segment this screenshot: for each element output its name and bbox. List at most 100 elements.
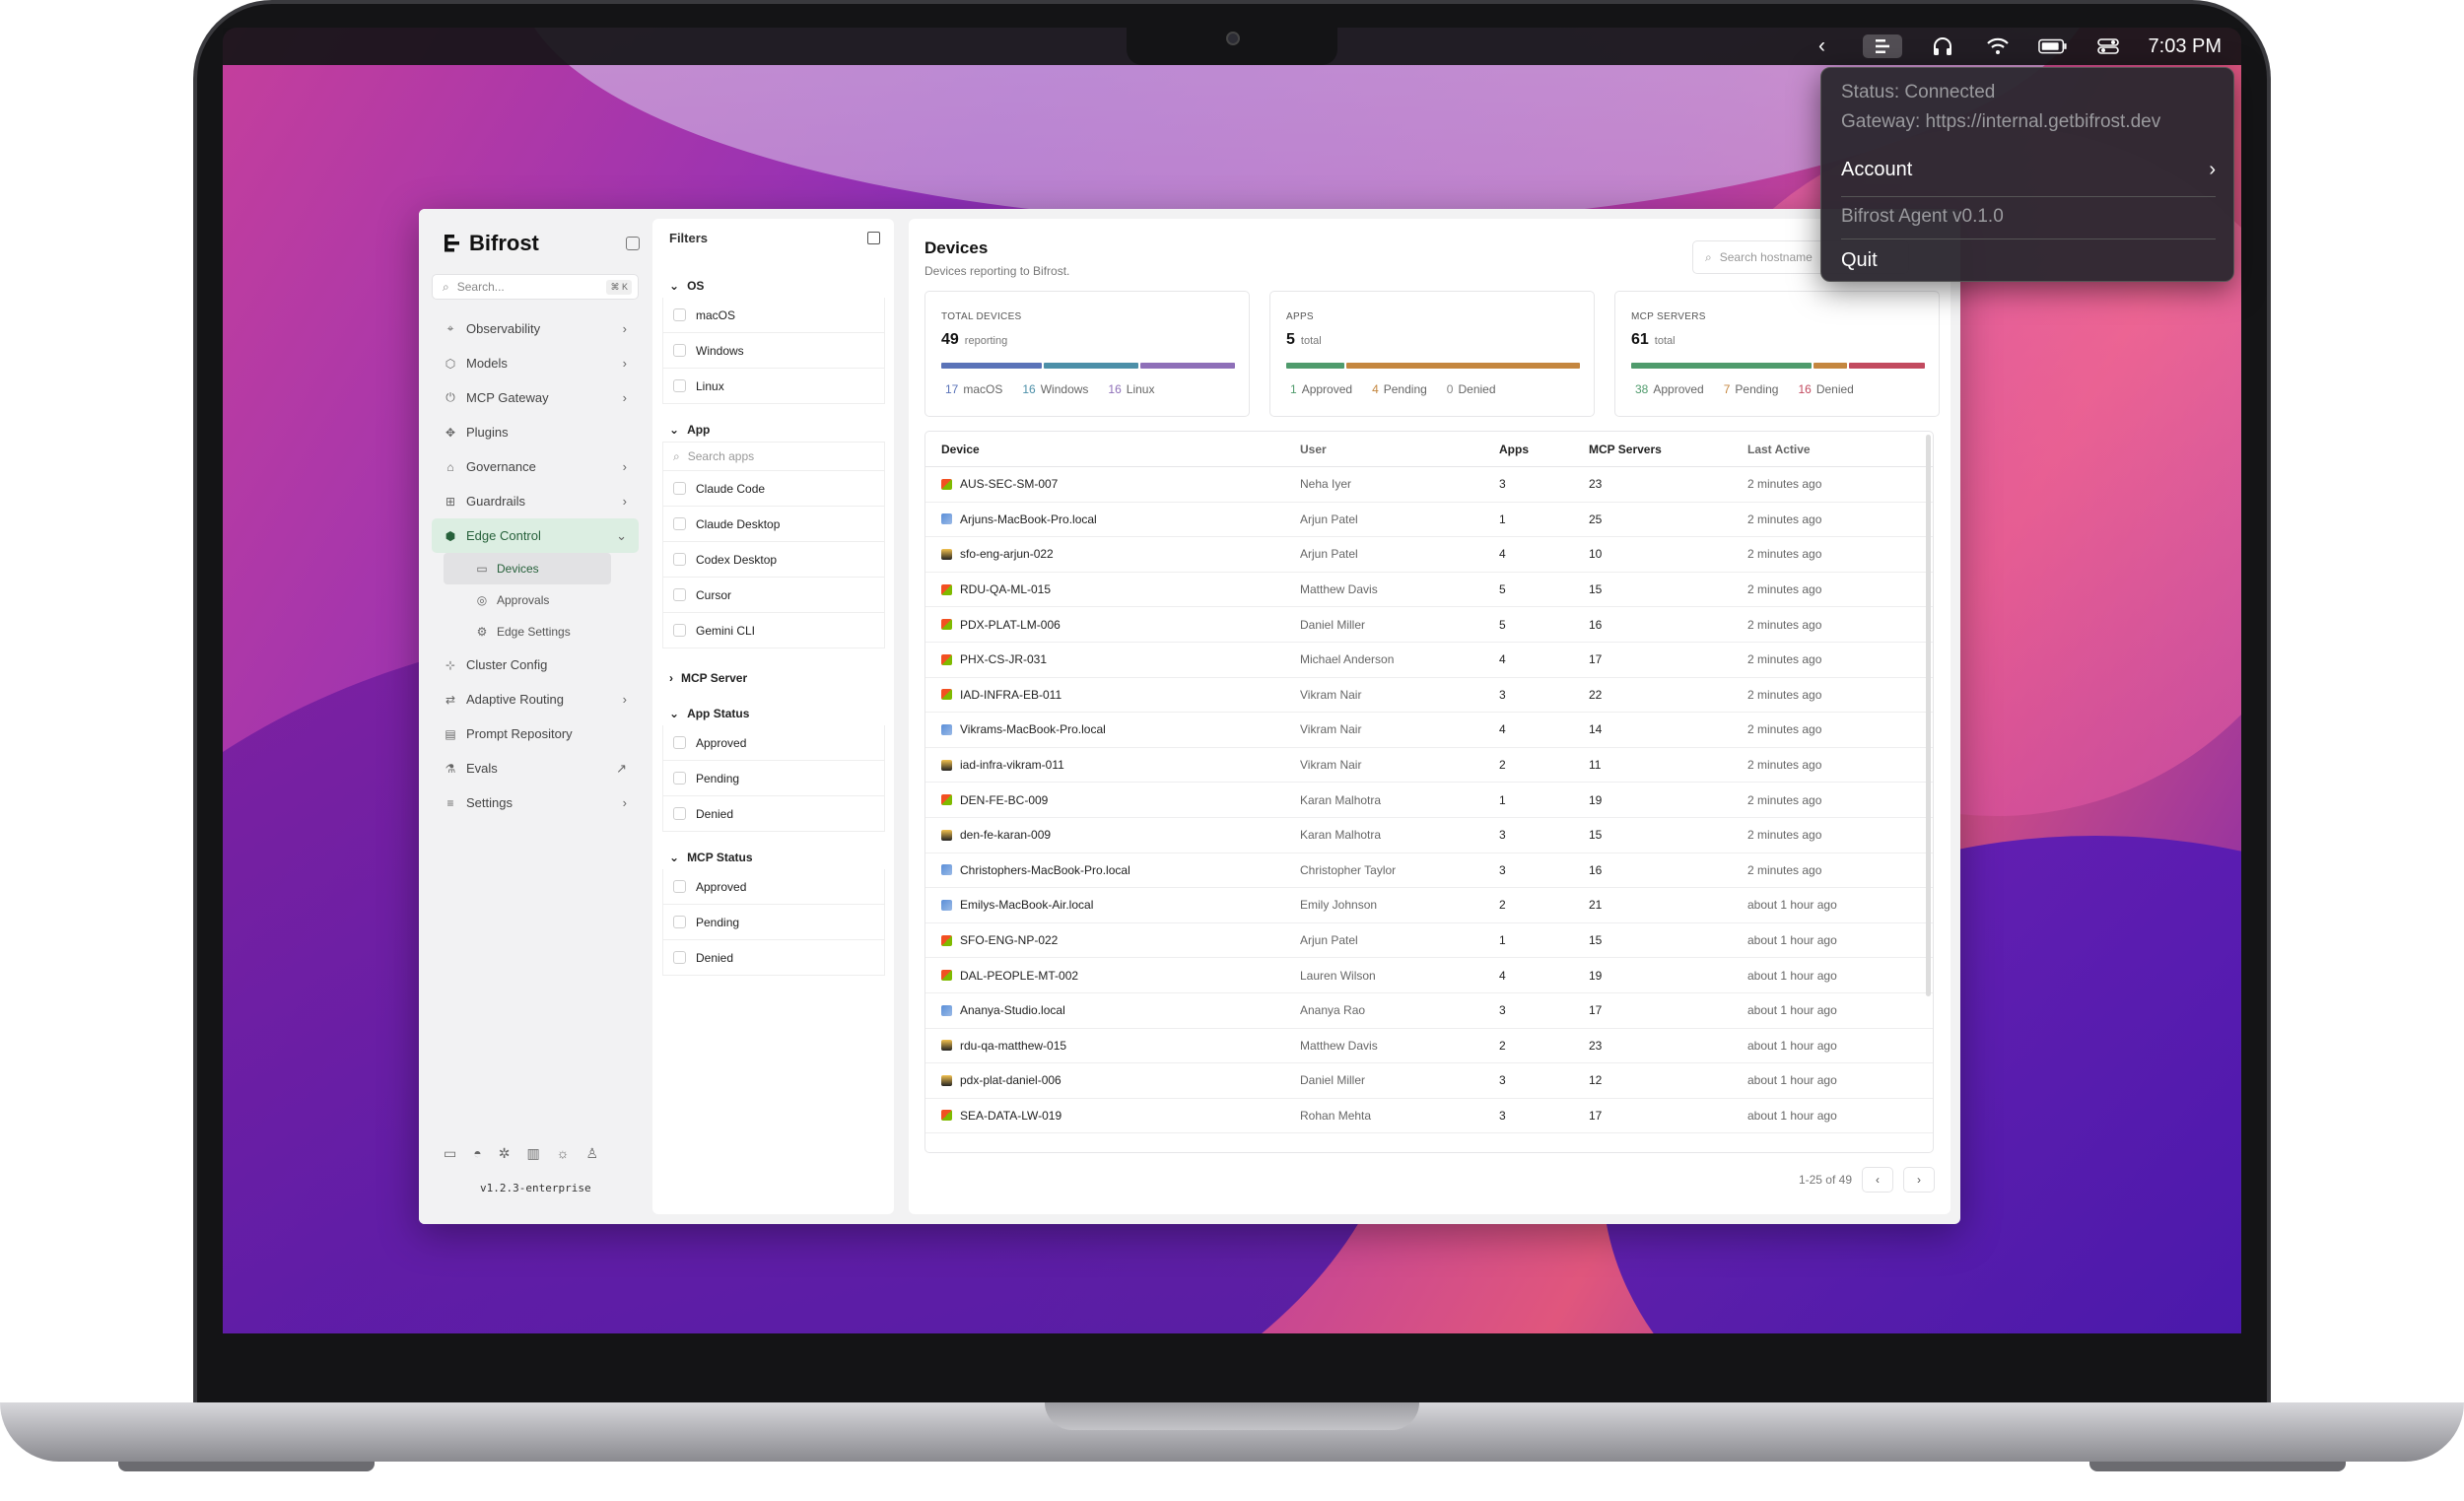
sidebar-item-prompt-repository[interactable]: ▤ Prompt Repository [432, 716, 639, 751]
checkbox[interactable] [673, 951, 686, 964]
filter-option[interactable]: Codex Desktop [662, 542, 885, 578]
sidebar-subitem-approvals[interactable]: ◎ Approvals [444, 584, 611, 616]
filter-option[interactable]: Claude Desktop [662, 507, 885, 542]
sidebar-item-models[interactable]: ⬡ Models › [432, 346, 639, 380]
sun-icon[interactable]: ☼ [557, 1145, 570, 1162]
apps-cell: 2 [1499, 1038, 1506, 1053]
checkbox[interactable] [673, 344, 686, 357]
table-row[interactable]: SEA-DATA-LW-019 Rohan Mehta 3 17 about 1 hou… [925, 1099, 1933, 1134]
checkbox[interactable] [673, 553, 686, 566]
headphones-icon[interactable] [1928, 34, 1957, 58]
filter-option[interactable]: macOS [662, 298, 885, 333]
sidebar-item-edge-control[interactable]: ⬢ Edge Control ⌄ [432, 518, 639, 553]
legend-label: Denied [1458, 382, 1496, 396]
table-row[interactable]: SFO-ENG-NP-022 Arjun Patel 1 15 about 1 hour… [925, 923, 1933, 959]
checkbox[interactable] [673, 880, 686, 893]
control-center-icon[interactable] [2093, 34, 2123, 58]
filter-option[interactable]: Pending [662, 905, 885, 940]
table-row[interactable]: sfo-eng-arjun-022 Arjun Patel 4 10 2 minutes… [925, 537, 1933, 573]
table-row[interactable]: Ananya-Studio.local Ananya Rao 3 17 about 1 … [925, 993, 1933, 1029]
filter-option[interactable]: Denied [662, 940, 885, 976]
checkbox[interactable] [673, 588, 686, 601]
checkbox[interactable] [673, 517, 686, 530]
book-icon[interactable]: ▥ [526, 1145, 539, 1162]
filter-search-input[interactable]: ⌕ Search apps [662, 442, 885, 471]
column-header[interactable]: Last Active [1747, 443, 1925, 456]
filter-option[interactable]: Approved [662, 725, 885, 761]
filter-header-app[interactable]: ⌄ App [660, 418, 887, 442]
account-menu-item[interactable]: Account › [1841, 159, 2216, 181]
filter-option[interactable]: Gemini CLI [662, 613, 885, 648]
table-row[interactable]: RDU-QA-ML-015 Matthew Davis 5 15 2 minutes a… [925, 573, 1933, 608]
sidebar-item-settings[interactable]: ≡ Settings › [432, 785, 639, 820]
table-row[interactable]: iad-infra-vikram-011 Vikram Nair 2 11 2 minu… [925, 748, 1933, 784]
quit-menu-item[interactable]: Quit [1841, 249, 2216, 272]
brand-logo[interactable]: Bifrost [444, 231, 539, 256]
sidebar-item-evals[interactable]: ⚗ Evals ↗ [432, 751, 639, 785]
filter-option[interactable]: Approved [662, 869, 885, 905]
sidebar-item-guardrails[interactable]: ⊞ Guardrails › [432, 484, 639, 518]
sidebar-item-cluster-config[interactable]: ⊹ Cluster Config [432, 648, 639, 682]
sidebar-item-observability[interactable]: ⌖ Observability › [432, 311, 639, 346]
column-header[interactable]: Apps [1499, 443, 1589, 456]
filter-option[interactable]: Linux [662, 369, 885, 404]
table-row[interactable]: Vikrams-MacBook-Pro.local Vikram Nair 4 14 2… [925, 713, 1933, 748]
table-row[interactable]: IAD-INFRA-EB-011 Vikram Nair 3 22 2 minutes … [925, 678, 1933, 714]
filter-header-mcp_status[interactable]: ⌄ MCP Status [660, 846, 887, 869]
checkbox[interactable] [673, 772, 686, 785]
table-row[interactable]: pdx-plat-daniel-006 Daniel Miller 3 12 about… [925, 1063, 1933, 1099]
github-icon[interactable]: ◓ [473, 1145, 481, 1162]
sidebar-item-plugins[interactable]: ✥ Plugins [432, 415, 639, 449]
column-header[interactable]: Device [925, 443, 1300, 456]
sidebar-search-input[interactable]: ⌕ Search... ⌘ K [432, 274, 639, 300]
wifi-icon[interactable] [1983, 34, 2013, 58]
column-header[interactable]: User [1300, 443, 1499, 456]
prev-page-button[interactable]: ‹ [1862, 1167, 1893, 1193]
table-row[interactable]: AUS-SEC-SM-007 Neha Iyer 3 23 2 minutes ago [925, 467, 1933, 503]
filter-option[interactable]: Windows [662, 333, 885, 369]
checkbox[interactable] [673, 916, 686, 928]
table-row[interactable]: DAL-PEOPLE-MT-002 Lauren Wilson 4 19 about 1… [925, 958, 1933, 993]
table-scrollbar[interactable] [1926, 435, 1931, 996]
filter-option-label: macOS [696, 307, 736, 322]
filter-header-app_status[interactable]: ⌄ App Status [660, 702, 887, 725]
battery-icon[interactable] [2037, 34, 2068, 58]
column-header[interactable]: MCP Servers [1589, 443, 1747, 456]
sidebar-subitem-edge-settings[interactable]: ⚙ Edge Settings [444, 616, 611, 648]
chevron-left-icon[interactable]: ‹ [1808, 34, 1837, 58]
checkbox[interactable] [673, 624, 686, 637]
filter-header-mcp_server[interactable]: › MCP Server [660, 666, 887, 690]
filters-collapse-icon[interactable] [867, 232, 880, 244]
table-row[interactable]: Emilys-MacBook-Air.local Emily Johnson 2 21… [925, 888, 1933, 923]
table-row[interactable]: Arjuns-MacBook-Pro.local Arjun Patel 1 25 2 … [925, 503, 1933, 538]
docs-icon[interactable]: ▭ [444, 1145, 456, 1162]
filter-option[interactable]: Pending [662, 761, 885, 796]
table-row[interactable]: Christophers-MacBook-Pro.local Christophe… [925, 853, 1933, 889]
sidebar-collapse-icon[interactable] [626, 237, 640, 250]
table-row[interactable]: DEN-FE-BC-009 Karan Malhotra 1 19 2 minutes … [925, 783, 1933, 818]
checkbox[interactable] [673, 736, 686, 749]
table-row[interactable]: PDX-PLAT-LM-006 Daniel Miller 5 16 2 minutes… [925, 607, 1933, 643]
device-cell: DEN-FE-BC-009 [925, 793, 1300, 807]
table-row[interactable]: rdu-qa-matthew-015 Matthew Davis 2 23 about … [925, 1029, 1933, 1064]
sidebar-item-adaptive-routing[interactable]: ⇄ Adaptive Routing › [432, 682, 639, 716]
filter-header-os[interactable]: ⌄ OS [660, 274, 887, 298]
checkbox[interactable] [673, 482, 686, 495]
table-row[interactable]: den-fe-karan-009 Karan Malhotra 3 15 2 minut… [925, 818, 1933, 853]
filter-option[interactable]: Claude Code [662, 471, 885, 507]
sidebar-item-governance[interactable]: ⌂ Governance › [432, 449, 639, 484]
bug-icon[interactable]: ✲ [499, 1145, 511, 1162]
next-page-button[interactable]: › [1903, 1167, 1935, 1193]
checkbox[interactable] [673, 379, 686, 392]
sidebar-subitem-devices[interactable]: ▭ Devices [444, 553, 611, 584]
table-row[interactable]: PHX-CS-JR-031 Michael Anderson 4 17 2 minute… [925, 643, 1933, 678]
checkbox[interactable] [673, 308, 686, 321]
user-icon[interactable]: ♙ [586, 1145, 599, 1162]
checkbox[interactable] [673, 807, 686, 820]
filter-option[interactable]: Cursor [662, 578, 885, 613]
bifrost-menu-icon[interactable] [1862, 34, 1902, 58]
menubar-clock[interactable]: 7:03 PM [2149, 35, 2222, 58]
sidebar-item-mcp-gateway[interactable]: ⏻ MCP Gateway › [432, 380, 639, 415]
search-icon: ⌕ [673, 448, 680, 463]
filter-option[interactable]: Denied [662, 796, 885, 832]
